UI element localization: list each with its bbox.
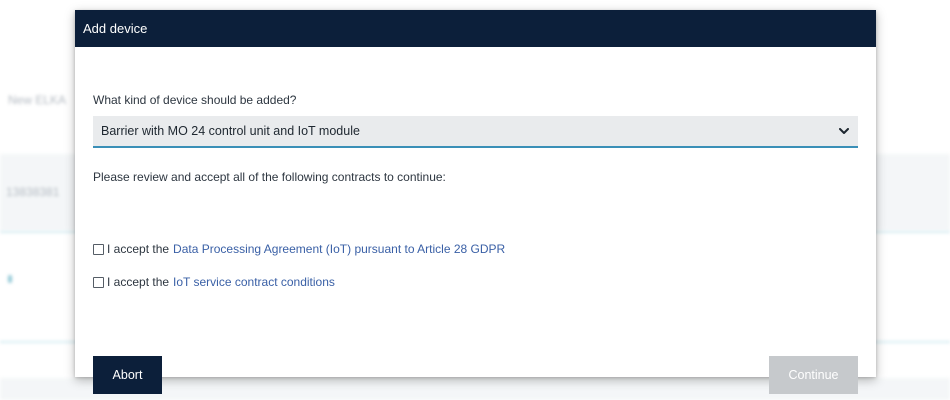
chevron-down-icon (836, 123, 852, 139)
contract-row-iot-service: I accept the IoT service contract condit… (93, 275, 335, 289)
dialog-header: Add device (75, 10, 876, 47)
iot-service-checkbox[interactable] (93, 276, 104, 288)
contract-prefix: I accept the (107, 275, 170, 289)
continue-button[interactable]: Continue (769, 356, 858, 394)
iot-service-link[interactable]: IoT service contract conditions (173, 275, 335, 289)
device-type-select[interactable]: Barrier with MO 24 control unit and IoT … (93, 116, 858, 148)
background-marker (8, 275, 12, 283)
contracts-intro: Please review and accept all of the foll… (93, 170, 446, 184)
contract-row-dpa: I accept the Data Processing Agreement (… (93, 242, 505, 256)
device-type-selected-value: Barrier with MO 24 control unit and IoT … (101, 124, 360, 138)
dialog-title: Add device (83, 21, 148, 36)
background-text: 13838381 (6, 185, 60, 199)
add-device-dialog: Add device What kind of device should be… (75, 10, 876, 394)
background-text: New ELKA (8, 93, 67, 107)
dpa-checkbox[interactable] (93, 243, 104, 255)
contract-prefix: I accept the (107, 242, 170, 256)
abort-button[interactable]: Abort (93, 356, 162, 394)
dpa-link[interactable]: Data Processing Agreement (IoT) pursuant… (173, 242, 505, 256)
device-type-question: What kind of device should be added? (93, 93, 297, 107)
